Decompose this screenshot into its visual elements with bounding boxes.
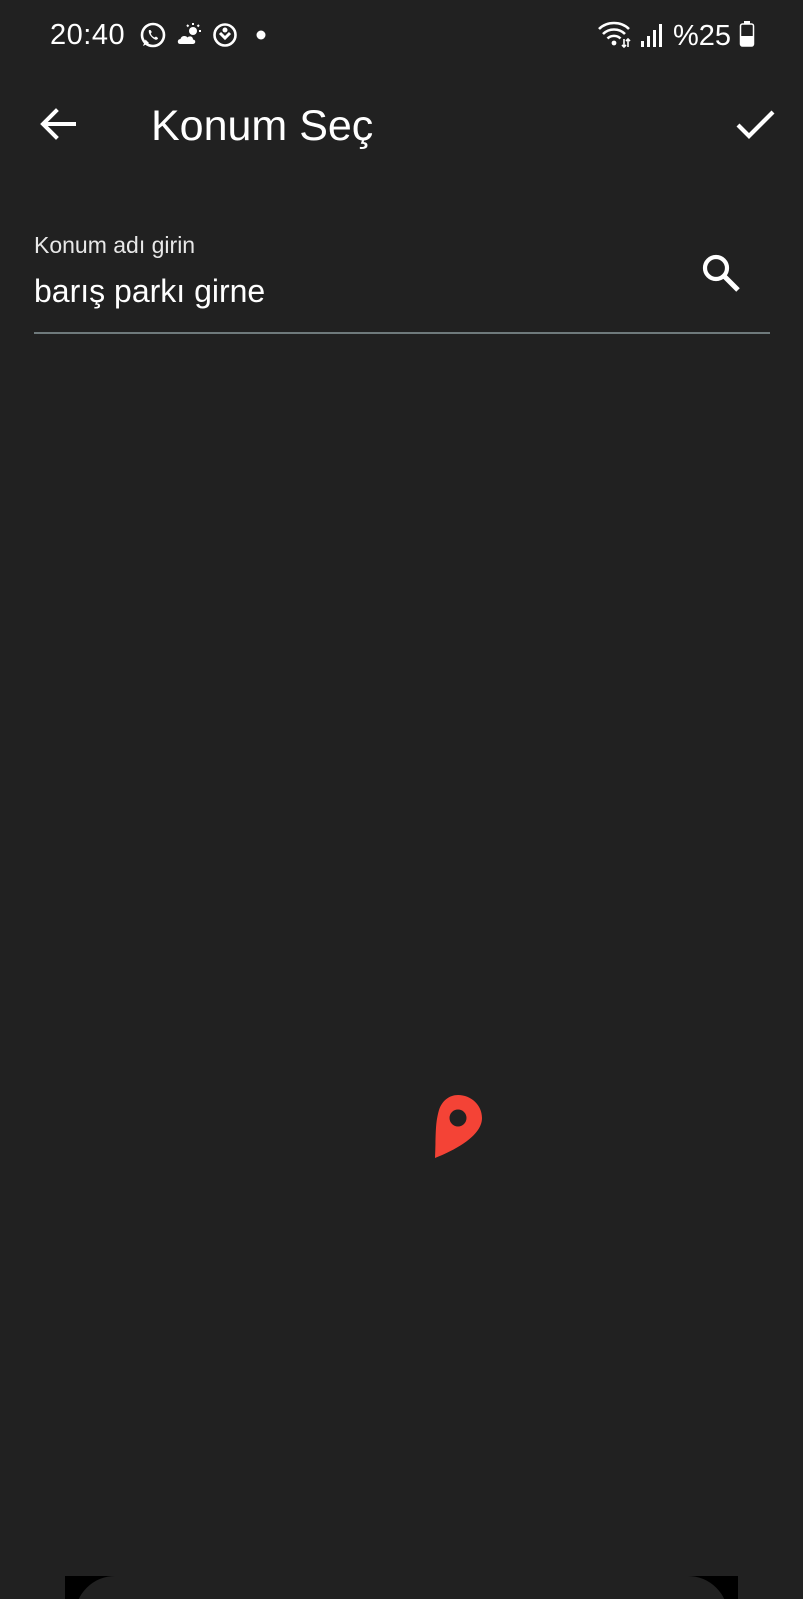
- status-bar: 20:40 %25: [0, 0, 803, 72]
- app-bar: Konum Seç: [0, 80, 803, 170]
- status-icons-left: [139, 21, 271, 49]
- battery-icon: [739, 20, 755, 53]
- back-button[interactable]: [30, 98, 86, 154]
- bottom-sheet-area: [65, 1576, 738, 1599]
- location-search-input[interactable]: [34, 268, 654, 314]
- confirm-button[interactable]: [727, 98, 783, 154]
- battery-percent: %25: [672, 20, 731, 52]
- status-icons-right: %25: [597, 18, 755, 54]
- notification-dot-icon: [247, 21, 271, 49]
- map-view[interactable]: [0, 336, 803, 1576]
- check-icon: [734, 103, 776, 150]
- wifi-icon: [597, 19, 631, 54]
- weather-icon: [175, 21, 203, 49]
- search-label: Konum adı girin: [34, 232, 196, 258]
- whatsapp-icon: [139, 21, 167, 49]
- search-icon: [700, 252, 742, 299]
- sync-icon: [211, 21, 239, 49]
- location-search-field: Konum adı girin: [34, 228, 770, 334]
- search-button[interactable]: [696, 250, 746, 300]
- page-title: Konum Seç: [151, 102, 374, 150]
- bottom-sheet-edge[interactable]: [75, 1576, 728, 1599]
- status-time: 20:40: [50, 19, 126, 51]
- signal-icon: [639, 19, 665, 54]
- arrow-back-icon: [38, 104, 78, 149]
- map-pin-icon[interactable]: [433, 1094, 483, 1158]
